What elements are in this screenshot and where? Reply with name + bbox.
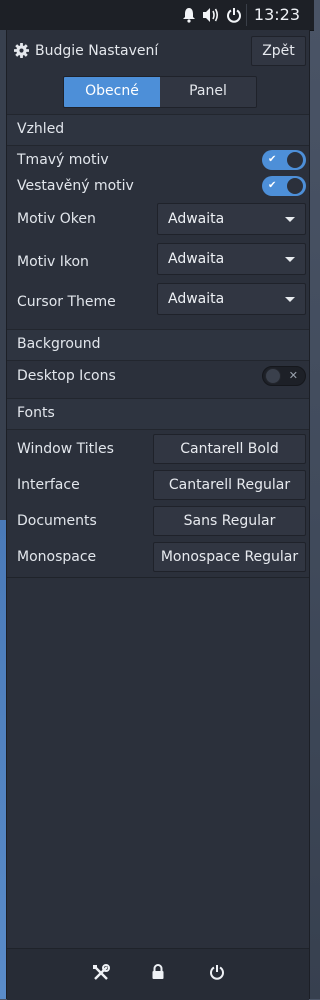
switch-knob	[287, 152, 303, 168]
panel-header: Budgie Nastavení Zpět	[7, 30, 309, 72]
section-background-header: Background	[7, 329, 309, 361]
switch-knob	[265, 368, 281, 384]
tab-panel[interactable]: Panel	[160, 77, 256, 107]
documents-font-label: Documents	[17, 513, 97, 529]
window-titles-label: Window Titles	[17, 441, 114, 457]
content-divider	[7, 577, 309, 578]
chevron-down-icon	[285, 297, 295, 302]
check-icon: ✔	[268, 180, 277, 191]
cursor-theme-label: Cursor Theme	[17, 294, 116, 310]
lock-icon[interactable]	[151, 964, 165, 984]
section-fonts-header: Fonts	[7, 398, 309, 430]
cursor-theme-dropdown[interactable]: Adwaita	[157, 283, 306, 315]
section-appearance-header: Vzhled	[7, 114, 309, 146]
top-bar: 13:23	[0, 0, 314, 31]
icon-theme-dropdown[interactable]: Adwaita	[157, 243, 306, 275]
desktop-icons-label: Desktop Icons	[17, 368, 116, 384]
interface-font-label: Interface	[17, 477, 80, 493]
desktop-icons-switch[interactable]: ✕	[262, 366, 306, 386]
tray-separator	[246, 4, 247, 26]
power-icon[interactable]	[209, 964, 225, 984]
check-icon: ✔	[268, 154, 277, 165]
section-background-title: Background	[17, 336, 101, 352]
panel-title: Budgie Nastavení	[35, 43, 159, 59]
window-titles-font-button[interactable]: Cantarell Bold	[153, 434, 306, 464]
icon-theme-value: Adwaita	[168, 251, 225, 267]
chevron-down-icon	[285, 217, 295, 222]
chevron-down-icon	[285, 257, 295, 262]
builtin-theme-switch[interactable]: ✔	[262, 176, 306, 196]
back-button[interactable]: Zpět	[251, 36, 306, 66]
interface-font-button[interactable]: Cantarell Regular	[153, 470, 306, 500]
documents-font-button[interactable]: Sans Regular	[153, 506, 306, 536]
monospace-font-label: Monospace	[17, 549, 97, 565]
section-fonts-title: Fonts	[17, 405, 55, 421]
power-icon[interactable]	[226, 7, 242, 23]
bell-icon[interactable]	[182, 7, 196, 23]
clock[interactable]: 13:23	[254, 5, 300, 24]
tab-bar: Obecné Panel	[63, 76, 257, 108]
window-theme-label: Motiv Oken	[17, 211, 96, 227]
volume-icon[interactable]	[202, 7, 220, 23]
x-icon: ✕	[288, 369, 298, 382]
window-theme-dropdown[interactable]: Adwaita	[157, 203, 306, 235]
section-appearance-title: Vzhled	[17, 121, 65, 137]
system-tray[interactable]	[182, 6, 242, 24]
settings-panel: Budgie Nastavení Zpět Obecné Panel Vzhle…	[6, 30, 310, 1000]
gear-icon	[14, 43, 29, 62]
panel-footer	[7, 948, 309, 1000]
dark-theme-label: Tmavý motiv	[17, 152, 109, 168]
monospace-font-button[interactable]: Monospace Regular	[153, 542, 306, 572]
tools-icon[interactable]	[92, 964, 110, 986]
icon-theme-label: Motiv Ikon	[17, 254, 89, 270]
dark-theme-switch[interactable]: ✔	[262, 150, 306, 170]
builtin-theme-label: Vestavěný motiv	[17, 178, 134, 194]
tab-general[interactable]: Obecné	[64, 77, 160, 107]
switch-knob	[287, 178, 303, 194]
cursor-theme-value: Adwaita	[168, 291, 225, 307]
window-theme-value: Adwaita	[168, 211, 225, 227]
